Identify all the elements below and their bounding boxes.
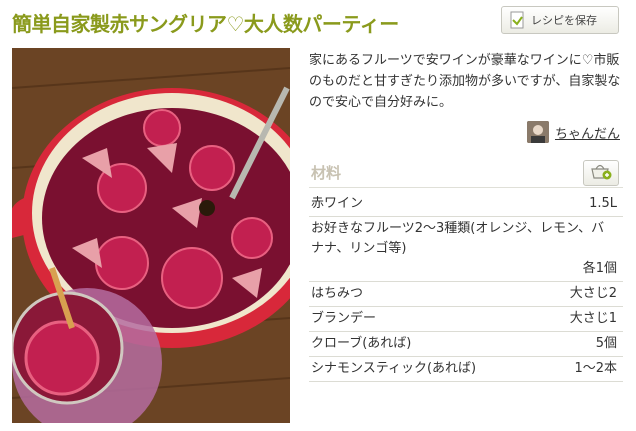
author-link[interactable]: ちゃんだん bbox=[526, 121, 620, 143]
ingredient-quantity: 1.5L bbox=[589, 196, 617, 211]
recipe-title: 簡単自家製赤サングリア♡大人数パーティー bbox=[12, 12, 399, 36]
save-recipe-label: レシピを保存 bbox=[531, 14, 597, 27]
author-avatar bbox=[526, 121, 549, 143]
ingredient-name: クローブ(あれば) bbox=[311, 336, 412, 351]
add-to-basket-button[interactable] bbox=[583, 159, 619, 186]
ingredient-quantity: 1〜2本 bbox=[574, 361, 617, 376]
save-recipe-button[interactable]: レシピを保存 bbox=[501, 6, 619, 34]
ingredient-list: 赤ワイン 1.5L お好きなフルーツ2〜3種類(オレンジ、レモン、バナナ、リンゴ… bbox=[309, 192, 623, 382]
shopping-basket-add-icon bbox=[590, 162, 612, 184]
ingredients-heading: 材料 bbox=[311, 164, 342, 182]
ingredient-row: はちみつ 大さじ2 bbox=[309, 282, 623, 307]
ingredient-quantity: 5個 bbox=[595, 336, 617, 351]
ingredient-name: お好きなフルーツ2〜3種類(オレンジ、レモン、バナナ、リンゴ等) bbox=[311, 221, 605, 256]
ingredient-name: はちみつ bbox=[311, 286, 364, 301]
ingredient-quantity: 各1個 bbox=[582, 261, 617, 276]
recipe-description: 家にあるフルーツで安ワインが豪華なワインに♡市販のものだと甘すぎたり添加物が多い… bbox=[309, 53, 621, 110]
ingredients-header: 材料 bbox=[309, 158, 623, 188]
ingredient-name: シナモンスティック(あれば) bbox=[311, 361, 477, 376]
recipe-photo bbox=[12, 48, 290, 423]
ingredient-name: 赤ワイン bbox=[311, 196, 364, 211]
ingredient-row: ブランデー 大さじ1 bbox=[309, 307, 623, 332]
bookmark-page-icon bbox=[510, 11, 525, 29]
ingredient-row: クローブ(あれば) 5個 bbox=[309, 332, 623, 357]
ingredient-name: ブランデー bbox=[311, 311, 377, 326]
ingredient-row: お好きなフルーツ2〜3種類(オレンジ、レモン、バナナ、リンゴ等) 各1個 bbox=[309, 217, 623, 282]
ingredient-quantity: 大さじ2 bbox=[569, 286, 617, 301]
author-name[interactable]: ちゃんだん bbox=[555, 123, 620, 142]
ingredient-row: 赤ワイン 1.5L bbox=[309, 192, 623, 217]
ingredient-row: シナモンスティック(あれば) 1〜2本 bbox=[309, 357, 623, 382]
ingredient-quantity: 大さじ1 bbox=[569, 311, 617, 326]
